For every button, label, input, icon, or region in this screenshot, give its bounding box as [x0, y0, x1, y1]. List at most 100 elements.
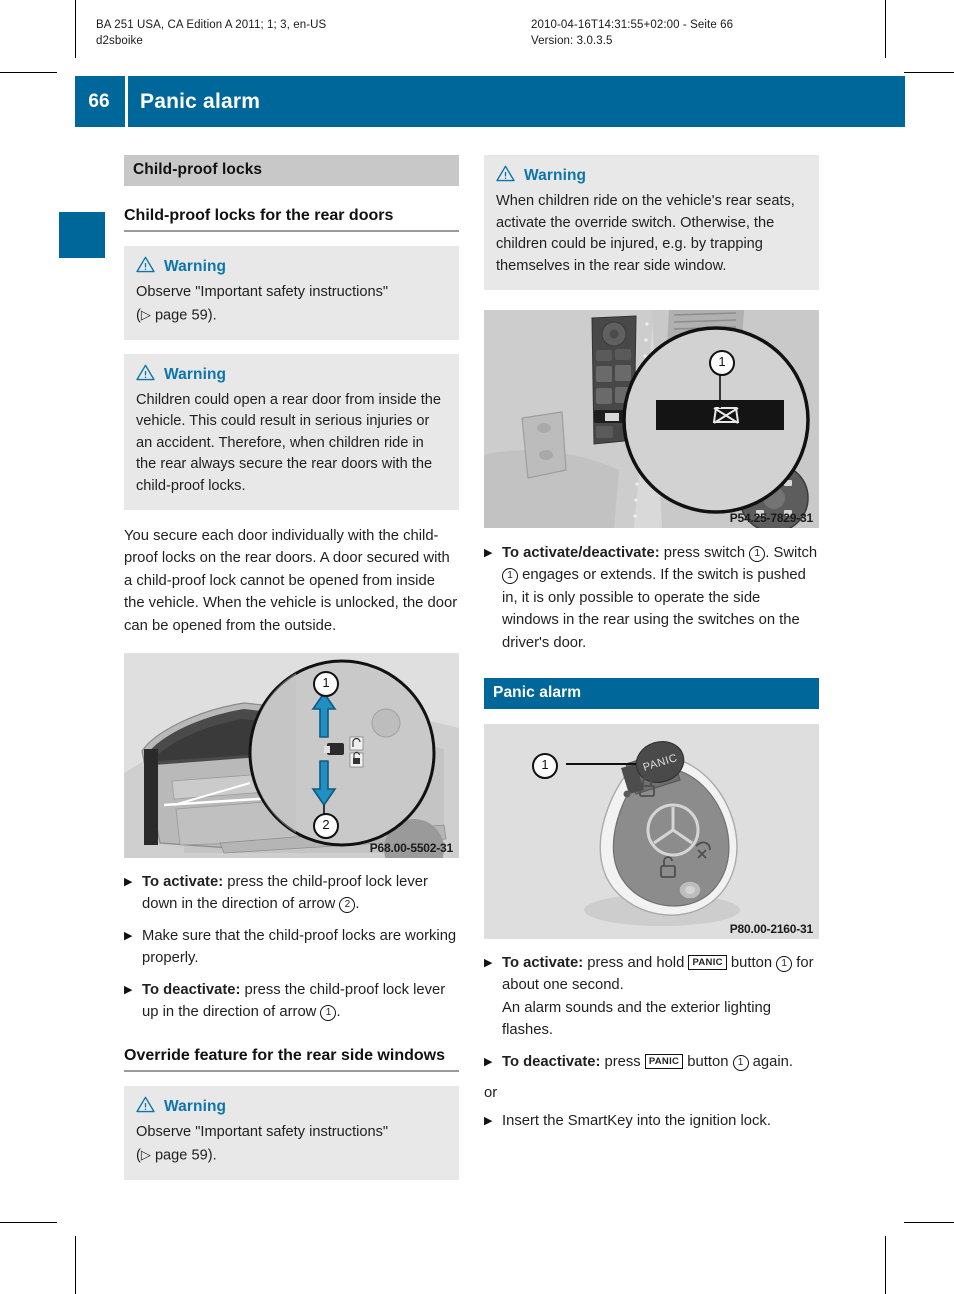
warning-body: Observe "Important safety instructions" …: [136, 282, 447, 327]
step-result: An alarm sounds and the exterior lightin…: [502, 999, 771, 1039]
step-text-c: engages or extends. If the switch is pus…: [502, 567, 806, 651]
panic-keycap: PANIC: [688, 955, 727, 971]
section-heading-child-proof-locks: Child-proof locks: [124, 155, 459, 186]
warning-triangle-icon: [136, 256, 155, 278]
steps-child-proof-locks: To activate: press the child-proof lock …: [124, 871, 459, 1023]
step-panic-deactivate: To deactivate: press PANIC button 1 agai…: [484, 1051, 819, 1074]
crop-mark-bottom-left-vertical: [75, 1236, 76, 1294]
crop-mark-bottom-left-horizontal: [0, 1222, 57, 1223]
step-label: To activate:: [142, 874, 224, 891]
warning-title: Warning: [164, 258, 227, 275]
paragraph-child-proof-lock-description: You secure each door individually with t…: [124, 528, 458, 634]
crop-mark-top-left-vertical: [75, 0, 76, 58]
warning-header: Warning: [136, 1096, 447, 1118]
warning-title: Warning: [164, 365, 227, 383]
right-column: Warning When children ride on the vehicl…: [484, 155, 819, 1142]
warning-title: Warning: [164, 1098, 227, 1116]
inline-callout-ref: 1: [749, 546, 766, 562]
step-label: To deactivate:: [142, 981, 241, 998]
side-tab-marker: [59, 212, 105, 258]
figure-smartkey: PANIC 1 P80.00-2160-31: [484, 724, 819, 940]
warning-header: Warning: [496, 165, 807, 187]
steps-panic-alarm: To activate: press and hold PANIC button…: [484, 952, 819, 1133]
step-to-activate-deactivate: To activate/deactivate: press switch 1. …: [484, 542, 819, 654]
step-to-deactivate: To deactivate: press the child-proof loc…: [124, 979, 459, 1024]
header-divider: [125, 76, 128, 127]
step-label: To activate:: [502, 955, 584, 972]
page-ref-triangle-icon: ▷: [140, 306, 151, 322]
steps-override-switch: To activate/deactivate: press switch 1. …: [484, 542, 819, 654]
figure-callout-2: 2: [313, 813, 339, 840]
warning-triangle-icon: [136, 1096, 155, 1118]
crop-mark-top-right-vertical: [885, 0, 886, 58]
figure-door-switch-panel: 1 P54.25-7829-31: [484, 310, 819, 528]
figure-code: P54.25-7829-31: [729, 511, 813, 525]
warning-body: When children ride on the vehicle's rear…: [496, 193, 795, 274]
warning-body-line2-suffix: ).: [207, 1147, 217, 1164]
warning-box-safety-instructions-1: Warning Observe "Important safety instru…: [124, 246, 459, 340]
step-text: Make sure that the child-proof locks are…: [142, 927, 457, 967]
step-label: To activate/deactivate:: [502, 545, 660, 561]
step-text-c: again.: [748, 1053, 793, 1070]
warning-box-children-rear-door: Warning Children could open a rear door …: [124, 353, 459, 510]
step-insert-smartkey: Insert the SmartKey into the ignition lo…: [484, 1110, 819, 1133]
step-text-b: button: [726, 955, 777, 972]
section-heading-panic-alarm: Panic alarm: [484, 678, 819, 710]
warning-box-safety-instructions-2: Warning Observe "Important safety instru…: [124, 1086, 459, 1180]
print-meta-right-line1: 2010-04-16T14:31:55+02:00 - Seite 66: [531, 19, 734, 31]
warning-body: Children could open a rear door from ins…: [136, 391, 442, 494]
warning-title: Warning: [524, 167, 587, 184]
warning-body-line2-suffix: ).: [207, 307, 217, 323]
crop-mark-top-left-horizontal: [0, 72, 57, 73]
warning-body-page-ref: page 59: [154, 1147, 208, 1164]
print-meta-right: 2010-04-16T14:31:55+02:00 - Seite 66 Ver…: [531, 17, 733, 49]
warning-triangle-icon: [496, 165, 515, 187]
or-label: or: [484, 1085, 498, 1102]
figure-callout-1: 1: [709, 350, 735, 376]
figure-callout-1: 1: [313, 671, 339, 698]
step-check-locks: Make sure that the child-proof locks are…: [124, 925, 459, 970]
page-number: 66: [88, 91, 110, 112]
figure-code: P68.00-5502-31: [369, 841, 453, 856]
warning-body: Observe "Important safety instructions" …: [136, 1122, 447, 1167]
print-meta-right-line2: Version: 3.0.3.5: [531, 35, 613, 47]
crop-mark-bottom-right-vertical: [885, 1236, 886, 1294]
page-ref-triangle-icon: ▷: [140, 1146, 151, 1162]
left-column: Child-proof locks Child-proof locks for …: [124, 155, 459, 1180]
step-panic-activate: To activate: press and hold PANIC button…: [484, 952, 819, 1042]
figure-code: P80.00-2160-31: [729, 922, 813, 937]
warning-triangle-icon: [136, 364, 155, 386]
page-title: Panic alarm: [140, 90, 261, 113]
crop-mark-top-right-horizontal: [904, 72, 954, 73]
sub-heading-override-feature: Override feature for the rear side windo…: [124, 1045, 459, 1073]
warning-box-override-switch: Warning When children ride on the vehicl…: [484, 155, 819, 290]
figure-callout-1: 1: [532, 753, 558, 780]
page-header-band: 66 Panic alarm: [75, 76, 905, 127]
step-text-b: . Switch: [765, 545, 818, 561]
figure-rear-door-child-lock: 1 2 P68.00-5502-31: [124, 653, 459, 859]
inline-callout-ref: 1: [776, 956, 793, 973]
step-text-a: press: [600, 1053, 645, 1070]
sub-heading-child-proof-locks-rear-doors: Child-proof locks for the rear doors: [124, 205, 459, 232]
warning-body-page-ref: page 59: [154, 307, 208, 323]
step-to-activate: To activate: press the child-proof lock …: [124, 871, 459, 916]
print-meta-left-line2: d2sboike: [96, 35, 143, 47]
print-meta-left: BA 251 USA, CA Edition A 2011; 1; 3, en-…: [96, 17, 326, 49]
panic-keycap: PANIC: [644, 1053, 684, 1069]
step-label: To deactivate:: [502, 1053, 601, 1070]
crop-mark-bottom-right-horizontal: [904, 1222, 954, 1223]
inline-callout-ref: 1: [320, 1005, 337, 1022]
step-text-a: press switch: [659, 545, 750, 561]
step-text-b: button: [683, 1053, 733, 1070]
step-tail: .: [336, 1004, 341, 1021]
inline-callout-ref: 1: [732, 1054, 749, 1071]
warning-body-line1: Observe "Important safety instructions": [136, 284, 389, 300]
warning-header: Warning: [136, 364, 447, 386]
warning-header: Warning: [136, 256, 447, 278]
step-text-a: press and hold: [583, 955, 689, 972]
inline-callout-ref: 2: [339, 897, 356, 914]
print-meta-left-line1: BA 251 USA, CA Edition A 2011; 1; 3, en-…: [96, 19, 327, 31]
inline-callout-ref: 1: [502, 568, 518, 585]
step-tail: .: [355, 896, 360, 913]
warning-body-line1: Observe "Important safety instructions": [136, 1124, 389, 1141]
